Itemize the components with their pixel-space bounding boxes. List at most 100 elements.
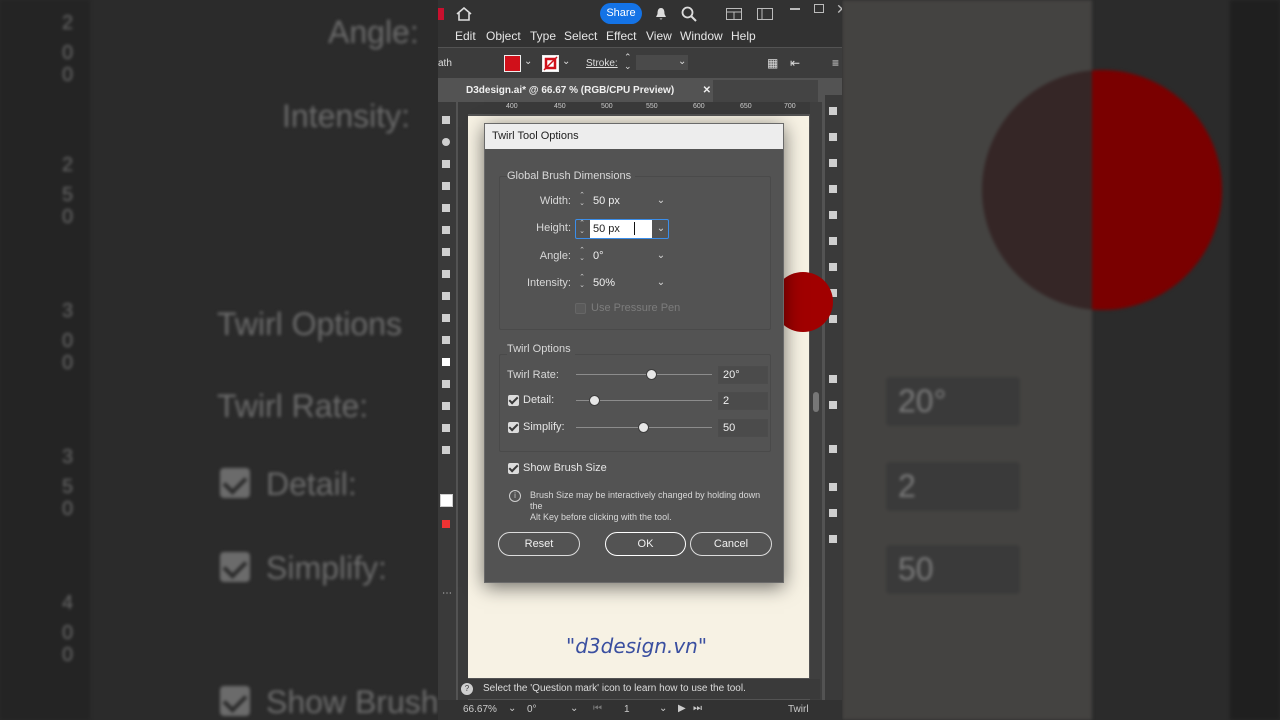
twirl-rate-slider-knob[interactable] [645,369,657,380]
menu-edit[interactable]: Edit [455,29,476,43]
selection-tool-icon[interactable] [442,116,450,124]
type-tool-icon[interactable] [442,182,450,190]
character-icon[interactable] [829,483,837,491]
menu-help[interactable]: Help [731,29,756,43]
close-window-button[interactable]: ✕ [836,1,842,18]
reset-button[interactable]: Reset [498,532,580,556]
chevron-down-icon[interactable]: ⌄ [654,192,668,210]
chevron-down-icon[interactable]: ⌄ [654,274,668,292]
chevron-down-icon[interactable]: ⌄ [659,703,667,714]
detail-input[interactable]: 2 [718,392,768,410]
opentype-icon[interactable] [829,535,837,543]
zoom-level[interactable]: 66.67% [463,704,497,715]
search-icon[interactable] [681,6,697,22]
properties-icon[interactable] [829,107,837,115]
question-mark-icon[interactable]: ? [461,683,473,695]
close-tab-icon[interactable]: ✕ [703,80,711,102]
next-page-icon[interactable]: ▶ [678,703,686,714]
menu-type[interactable]: Type [530,29,556,43]
line-tool-icon[interactable] [442,204,450,212]
pen-tool-icon[interactable] [442,160,450,168]
transform-icon[interactable]: ⇤ [790,56,800,70]
simplify-slider-knob[interactable] [637,422,649,433]
panel-layout-icon[interactable] [757,8,773,20]
hand-tool-icon[interactable] [442,424,450,432]
eraser-tool-icon[interactable] [442,292,450,300]
first-page-icon[interactable]: ⏮ [593,703,602,714]
intensity-input[interactable]: 50% [590,274,652,292]
paintbrush-tool-icon[interactable] [442,248,450,256]
transparency-icon[interactable] [829,315,837,323]
brushes-icon[interactable] [829,211,837,219]
menu-window[interactable]: Window [680,29,723,43]
stroke-panel-icon[interactable] [829,375,837,383]
bell-icon[interactable] [655,7,667,21]
rectangle-tool-icon[interactable] [442,226,450,234]
share-button[interactable]: Share [600,3,642,24]
menu-lines-icon[interactable]: ≡ [832,56,839,70]
minimize-button[interactable] [790,8,800,10]
zoom-tool-icon[interactable] [442,446,450,454]
detail-slider-knob[interactable] [588,395,600,406]
detail-checkbox[interactable] [508,395,519,406]
angle-stepper[interactable]: ⌃ ⌄ 0° ⌄ [576,247,668,265]
stepper-arrows-icon[interactable]: ⌃ ⌄ [576,220,588,238]
workspace-icon[interactable] [726,8,742,20]
twirl-rate-input[interactable]: 20° [718,366,768,384]
gradient-tool-icon[interactable] [442,380,450,388]
chevron-down-icon[interactable]: ⌄ [570,703,578,714]
height-stepper[interactable]: ⌃ ⌄ 50 px ⌄ [575,219,669,239]
eyedropper-tool-icon[interactable] [442,402,450,410]
page-number[interactable]: 1 [624,704,630,715]
use-pressure-pen-checkbox[interactable] [575,303,586,314]
gradient-panel-icon[interactable] [829,401,837,409]
show-brush-size-checkbox[interactable] [508,463,519,474]
scrollbar-thumb[interactable] [813,392,819,412]
stepper-arrows-icon[interactable]: ⌃ ⌄ [576,247,588,265]
home-icon[interactable] [456,7,472,21]
width-stepper[interactable]: ⌃ ⌄ 50 px ⌄ [576,192,668,210]
vertical-scrollbar[interactable] [810,102,822,702]
more-tools-icon[interactable]: ⋯ [442,588,452,599]
width-input[interactable]: 50 px [590,192,652,210]
maximize-button[interactable] [814,4,824,13]
chevron-down-icon[interactable]: ⌄ [654,220,668,238]
layers-icon[interactable] [829,133,837,141]
document-tab[interactable]: D3design.ai* @ 66.67 % (RGB/CPU Preview)… [458,80,713,102]
stepper-arrows-icon[interactable]: ⌃ ⌄ [576,274,588,292]
fill-stroke-icon[interactable] [440,494,453,507]
chevron-down-icon[interactable]: ⌄ [654,247,668,265]
graphic-styles-icon[interactable] [829,263,837,271]
intensity-stepper[interactable]: ⌃ ⌄ 50% ⌄ [576,274,668,292]
rotate-view-value[interactable]: 0° [527,704,537,715]
fill-swatch[interactable] [504,55,521,72]
ok-button[interactable]: OK [605,532,686,556]
last-page-icon[interactable]: ⏭ [693,703,702,714]
menu-object[interactable]: Object [486,29,521,43]
menu-select[interactable]: Select [564,29,597,43]
pencil-tool-icon[interactable] [442,270,450,278]
chevron-down-icon[interactable]: ⌄ [562,56,570,67]
angle-input[interactable]: 0° [590,247,652,265]
menu-view[interactable]: View [646,29,672,43]
stroke-swatch[interactable] [542,55,559,72]
simplify-input[interactable]: 50 [718,419,768,437]
cancel-button[interactable]: Cancel [690,532,772,556]
align-icon[interactable]: ▦ [767,56,778,70]
menu-effect[interactable]: Effect [606,29,636,43]
twirl-rate-slider[interactable] [576,374,712,375]
none-color-icon[interactable] [442,520,450,528]
swatches-icon[interactable] [829,185,837,193]
chevron-down-icon[interactable]: ⌄ [524,56,532,67]
direct-selection-tool-icon[interactable] [442,138,450,146]
paragraph-icon[interactable] [829,509,837,517]
scale-tool-icon[interactable] [442,336,450,344]
stroke-label[interactable]: Stroke: [586,58,618,69]
twirl-tool-icon[interactable] [442,358,450,366]
symbols-icon[interactable] [829,237,837,245]
stepper-arrows-icon[interactable]: ⌃ ⌄ [576,192,588,210]
stroke-weight-stepper[interactable]: ⌃ ⌄ [624,53,632,71]
rotate-tool-icon[interactable] [442,314,450,322]
height-input[interactable]: 50 px [590,220,652,238]
align-panel-icon[interactable] [829,445,837,453]
